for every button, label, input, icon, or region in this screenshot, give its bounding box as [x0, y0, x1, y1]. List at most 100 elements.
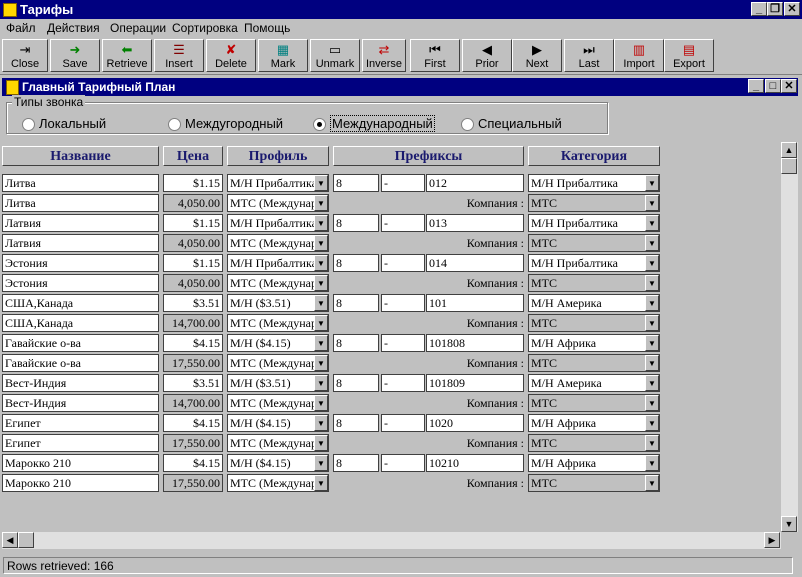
scroll-thumb-h[interactable] — [18, 532, 34, 548]
price-field[interactable]: $3.51 — [163, 294, 223, 312]
prefix-field[interactable]: 1020 — [426, 414, 524, 432]
price-field[interactable]: $4.15 — [163, 334, 223, 352]
prefix-field[interactable]: 012 — [426, 174, 524, 192]
prefix-field[interactable]: - — [381, 374, 425, 392]
chevron-down-icon[interactable]: ▼ — [314, 215, 328, 231]
price-field[interactable]: $3.51 — [163, 374, 223, 392]
name-field[interactable]: США,Канада — [2, 314, 159, 332]
prefix-field[interactable]: 10210 — [426, 454, 524, 472]
prefix-field[interactable]: 8 — [333, 454, 379, 472]
close-button[interactable]: ⇥ Close — [2, 39, 48, 72]
chevron-down-icon[interactable]: ▼ — [314, 195, 328, 211]
name-field[interactable]: Латвия — [2, 214, 159, 232]
prefix-field[interactable]: 014 — [426, 254, 524, 272]
price-field[interactable]: 4,050.00 — [163, 274, 223, 292]
chevron-down-icon[interactable]: ▼ — [314, 255, 328, 271]
next-button[interactable]: ▶ Next — [512, 39, 562, 72]
category-dropdown[interactable]: М/Н Прибалтика — [528, 214, 660, 232]
name-field[interactable]: Вест-Индия — [2, 374, 159, 392]
scroll-right-icon[interactable]: ▶ — [764, 532, 780, 548]
insert-button[interactable]: ☰ Insert — [154, 39, 204, 72]
export-button[interactable]: ▤ Export — [664, 39, 714, 72]
prefix-field[interactable]: 8 — [333, 294, 379, 312]
child-maximize-button[interactable]: □ — [765, 79, 781, 93]
menu-sort[interactable]: Сортировка — [172, 21, 238, 35]
prior-button[interactable]: ◀ Prior — [462, 39, 512, 72]
prefix-field[interactable]: - — [381, 414, 425, 432]
company-dropdown[interactable]: МТС — [528, 274, 660, 292]
prefix-field[interactable]: - — [381, 454, 425, 472]
menu-actions[interactable]: Действия — [47, 21, 100, 35]
radio-international[interactable]: Международный — [313, 115, 435, 132]
col-header-name[interactable]: Название — [2, 146, 159, 166]
chevron-down-icon[interactable]: ▼ — [314, 315, 328, 331]
first-button[interactable]: ⏮ First — [410, 39, 460, 72]
prefix-field[interactable]: 8 — [333, 254, 379, 272]
chevron-down-icon[interactable]: ▼ — [645, 295, 659, 311]
prefix-field[interactable]: 101808 — [426, 334, 524, 352]
chevron-down-icon[interactable]: ▼ — [314, 475, 328, 491]
chevron-down-icon[interactable]: ▼ — [645, 435, 659, 451]
menu-help[interactable]: Помощь — [244, 21, 290, 35]
chevron-down-icon[interactable]: ▼ — [645, 315, 659, 331]
company-dropdown[interactable]: МТС — [528, 354, 660, 372]
menu-operations[interactable]: Операции — [110, 21, 166, 35]
category-dropdown[interactable]: М/Н Америка — [528, 294, 660, 312]
name-field[interactable]: Эстония — [2, 254, 159, 272]
name-field[interactable]: Литва — [2, 174, 159, 192]
price-field[interactable]: 14,700.00 — [163, 314, 223, 332]
prefix-field[interactable]: 101 — [426, 294, 524, 312]
chevron-down-icon[interactable]: ▼ — [645, 235, 659, 251]
prefix-field[interactable]: 8 — [333, 414, 379, 432]
inverse-button[interactable]: ⇄ Inverse — [362, 39, 406, 72]
company-dropdown[interactable]: МТС — [528, 394, 660, 412]
chevron-down-icon[interactable]: ▼ — [314, 275, 328, 291]
scroll-up-icon[interactable]: ▲ — [781, 142, 797, 158]
chevron-down-icon[interactable]: ▼ — [314, 175, 328, 191]
col-header-price[interactable]: Цена — [163, 146, 223, 166]
price-field[interactable]: $1.15 — [163, 254, 223, 272]
vertical-scrollbar[interactable]: ▲ ▼ — [781, 142, 798, 532]
name-field[interactable]: Литва — [2, 194, 159, 212]
company-dropdown[interactable]: МТС — [528, 474, 660, 492]
chevron-down-icon[interactable]: ▼ — [314, 395, 328, 411]
chevron-down-icon[interactable]: ▼ — [645, 275, 659, 291]
company-dropdown[interactable]: МТС — [528, 234, 660, 252]
scroll-left-icon[interactable]: ◀ — [2, 532, 18, 548]
child-minimize-button[interactable]: _ — [748, 79, 764, 93]
chevron-down-icon[interactable]: ▼ — [314, 295, 328, 311]
close-window-button[interactable]: ✕ — [784, 2, 800, 16]
price-field[interactable]: 14,700.00 — [163, 394, 223, 412]
category-dropdown[interactable]: М/Н Африка — [528, 334, 660, 352]
name-field[interactable]: Гавайские о-ва — [2, 354, 159, 372]
price-field[interactable]: $4.15 — [163, 454, 223, 472]
chevron-down-icon[interactable]: ▼ — [645, 215, 659, 231]
price-field[interactable]: 17,550.00 — [163, 354, 223, 372]
col-header-category[interactable]: Категория — [528, 146, 660, 166]
prefix-field[interactable]: - — [381, 334, 425, 352]
prefix-field[interactable]: 8 — [333, 174, 379, 192]
company-dropdown[interactable]: МТС — [528, 314, 660, 332]
name-field[interactable]: Латвия — [2, 234, 159, 252]
mark-button[interactable]: ▦ Mark — [258, 39, 308, 72]
prefix-field[interactable]: 8 — [333, 374, 379, 392]
chevron-down-icon[interactable]: ▼ — [645, 395, 659, 411]
category-dropdown[interactable]: М/Н Америка — [528, 374, 660, 392]
minimize-button[interactable]: _ — [751, 2, 767, 16]
prefix-field[interactable]: 101809 — [426, 374, 524, 392]
category-dropdown[interactable]: М/Н Прибалтика — [528, 174, 660, 192]
price-field[interactable]: 17,550.00 — [163, 474, 223, 492]
save-button[interactable]: ➜ Save — [50, 39, 100, 72]
price-field[interactable]: $4.15 — [163, 414, 223, 432]
col-header-profile[interactable]: Профиль — [227, 146, 329, 166]
chevron-down-icon[interactable]: ▼ — [314, 435, 328, 451]
chevron-down-icon[interactable]: ▼ — [645, 355, 659, 371]
price-field[interactable]: 4,050.00 — [163, 194, 223, 212]
chevron-down-icon[interactable]: ▼ — [314, 235, 328, 251]
radio-local[interactable]: Локальный — [22, 116, 106, 132]
category-dropdown[interactable]: М/Н Африка — [528, 454, 660, 472]
price-field[interactable]: 4,050.00 — [163, 234, 223, 252]
chevron-down-icon[interactable]: ▼ — [645, 375, 659, 391]
name-field[interactable]: Египет — [2, 414, 159, 432]
chevron-down-icon[interactable]: ▼ — [645, 455, 659, 471]
